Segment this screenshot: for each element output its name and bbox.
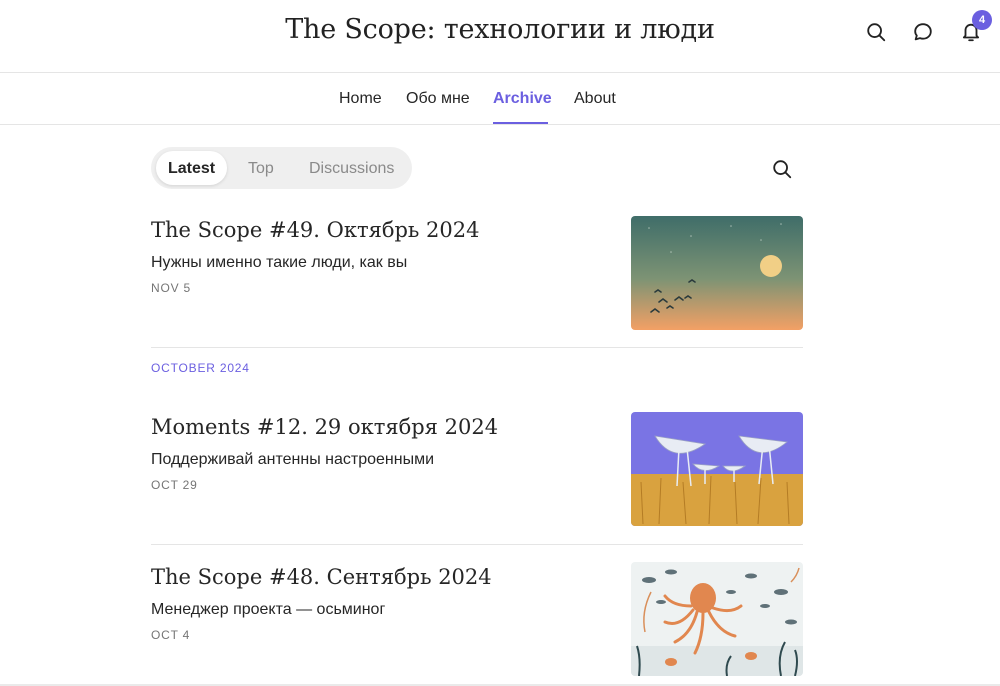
nav-item-home[interactable]: Home	[339, 90, 382, 108]
post-item[interactable]: The Scope #48. Сентябрь 2024 Менеджер пр…	[151, 562, 803, 676]
post-item[interactable]: Moments #12. 29 октября 2024 Поддерживай…	[151, 412, 803, 526]
post-divider	[151, 347, 803, 348]
post-divider	[151, 544, 803, 545]
post-subtitle: Нужны именно такие люди, как вы	[151, 254, 408, 271]
post-thumbnail[interactable]	[631, 562, 803, 676]
active-nav-indicator	[493, 122, 548, 124]
site-title[interactable]: The Scope: технологии и люди	[0, 14, 1000, 45]
sort-tabs: Latest Top Discussions	[151, 147, 412, 189]
main-nav: Home Обо мне Archive About	[0, 73, 1000, 125]
tab-discussions[interactable]: Discussions	[309, 160, 394, 178]
archive-search-icon[interactable]	[771, 158, 793, 180]
search-icon[interactable]	[865, 21, 887, 43]
bell-icon[interactable]: 4	[960, 10, 992, 43]
post-date: OCT 4	[151, 628, 191, 642]
post-title[interactable]: The Scope #48. Сентябрь 2024	[151, 565, 492, 589]
nav-item-about-me[interactable]: Обо мне	[406, 90, 470, 108]
post-title[interactable]: Moments #12. 29 октября 2024	[151, 415, 498, 439]
post-subtitle: Поддерживай антенны настроенными	[151, 451, 435, 468]
post-item[interactable]: The Scope #49. Октябрь 2024 Нужны именно…	[151, 216, 803, 330]
notification-count-badge: 4	[972, 10, 992, 30]
site-header: The Scope: технологии и люди 4	[0, 0, 1000, 73]
post-date: OCT 29	[151, 478, 198, 492]
tab-top[interactable]: Top	[248, 160, 274, 178]
post-thumbnail[interactable]	[631, 216, 803, 330]
month-heading: OCTOBER 2024	[151, 361, 250, 375]
post-date: NOV 5	[151, 281, 192, 295]
post-title[interactable]: The Scope #49. Октябрь 2024	[151, 218, 479, 242]
post-thumbnail[interactable]	[631, 412, 803, 526]
nav-item-about[interactable]: About	[574, 90, 616, 108]
tab-latest[interactable]: Latest	[168, 160, 215, 178]
chat-icon[interactable]	[912, 21, 934, 43]
nav-item-archive[interactable]: Archive	[493, 90, 552, 108]
post-subtitle: Менеджер проекта — осьминог	[151, 601, 386, 618]
